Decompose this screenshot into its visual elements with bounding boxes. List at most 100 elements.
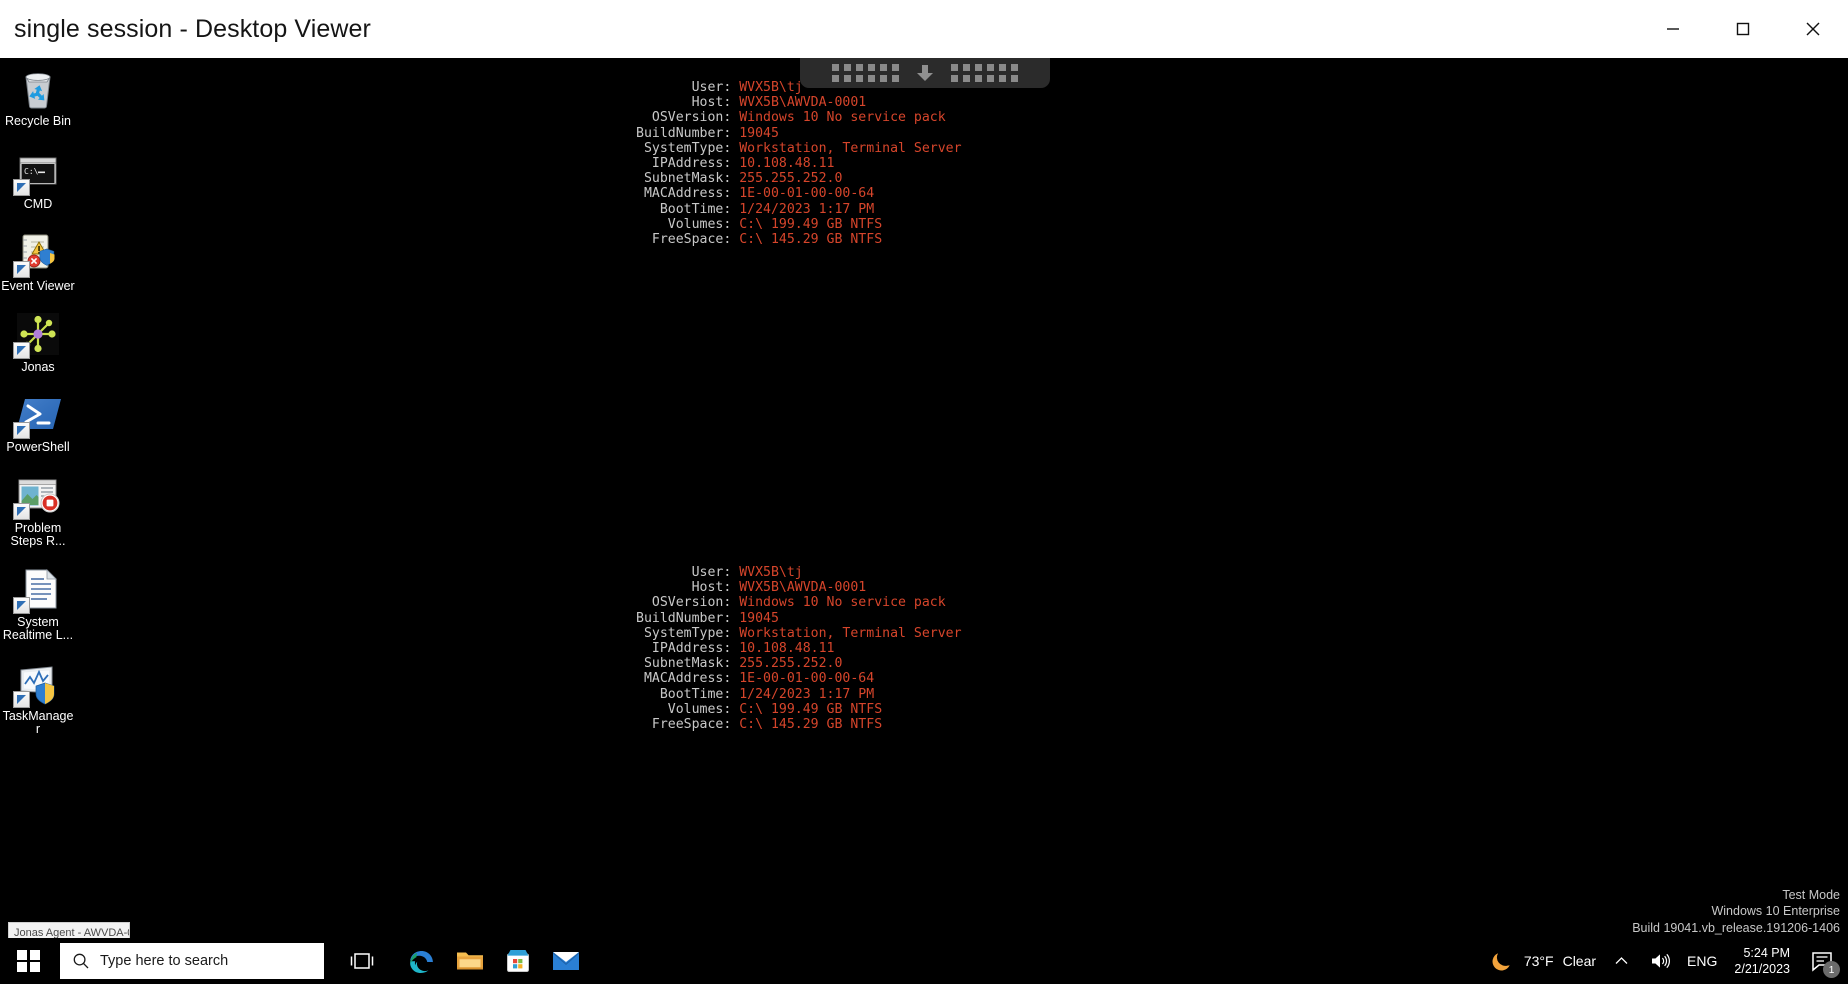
system-info-value: 1E-00-01-00-00-64 <box>739 186 875 202</box>
volume-button[interactable] <box>1640 938 1680 984</box>
title-bar[interactable]: single session - Desktop Viewer <box>0 0 1848 58</box>
file-explorer-button[interactable] <box>446 938 494 984</box>
shortcut-overlay-icon <box>13 690 30 708</box>
system-info-key: MACAddress: <box>636 186 740 202</box>
desktop-icon-label: Jonas <box>21 359 55 374</box>
desktop-icon-label: TaskManager <box>2 708 74 736</box>
language-indicator[interactable]: ENG <box>1680 938 1724 984</box>
desktop-viewer-window: single session - Desktop Viewer Recycle … <box>0 0 1848 984</box>
shortcut-overlay-icon <box>13 596 30 614</box>
system-info-row: SubnetMask: 255.255.252.0 <box>636 171 962 186</box>
tray-overflow-button[interactable] <box>1603 938 1640 984</box>
system-info-value: WVX5B\AWVDA-0001 <box>739 95 867 111</box>
shortcut-overlay-icon <box>13 341 30 359</box>
system-info-row: IPAddress: 10.108.48.11 <box>636 641 962 656</box>
system-info-key: FreeSpace: <box>636 232 740 248</box>
system-info-row: SubnetMask: 255.255.252.0 <box>636 656 962 671</box>
system-info-row: Volumes: C:\ 199.49 GB NTFS <box>636 702 962 717</box>
window-controls <box>1638 0 1848 58</box>
desktop-icon-powershell[interactable]: PowerShell <box>0 390 76 455</box>
shortcut-overlay-icon <box>13 502 30 520</box>
maximize-button[interactable] <box>1708 0 1778 58</box>
text-document-icon <box>13 565 62 614</box>
clock-time: 5:24 PM <box>1743 946 1790 960</box>
system-info-key: Volumes: <box>636 216 740 232</box>
system-info-key: SystemType: <box>636 625 740 641</box>
system-info-value: WVX5B\tj <box>739 80 803 95</box>
system-info-row: SystemType: Workstation, Terminal Server <box>636 141 962 156</box>
minimize-button[interactable] <box>1638 0 1708 58</box>
microsoft-store-button[interactable] <box>494 938 542 984</box>
start-button[interactable] <box>0 938 57 984</box>
search-icon <box>73 953 89 969</box>
system-info-value: C:\ 145.29 GB NTFS <box>739 717 883 733</box>
system-info-key: Volumes: <box>636 701 740 717</box>
moon-icon <box>1492 953 1510 971</box>
system-info-key: BuildNumber: <box>636 125 740 141</box>
desktop-icon-problem-steps-recorder[interactable]: Problem Steps R... <box>0 471 76 549</box>
system-info-key: BootTime: <box>636 686 740 702</box>
system-tray: 73°F Clear ENG 5:24 PM 2/21/2023 1 <box>1482 938 1848 984</box>
task-view-button[interactable] <box>338 938 386 984</box>
system-info-row: Host: WVX5B\AWVDA-0001 <box>636 580 962 595</box>
system-info-row: Host: WVX5B\AWVDA-0001 <box>636 95 962 110</box>
desktop-icon-taskmanager[interactable]: TaskManager <box>0 659 76 737</box>
system-info-value: C:\ 199.49 GB NTFS <box>739 701 883 717</box>
system-info-key: User: <box>636 565 740 580</box>
remote-desktop-canvas[interactable]: Recycle Bin C:\ CMD Event Viewer Jonas P… <box>0 58 1848 984</box>
clock-widget[interactable]: 5:24 PM 2/21/2023 <box>1724 938 1800 984</box>
desktop-icon-list: Recycle Bin C:\ CMD Event Viewer Jonas P… <box>0 58 76 737</box>
system-info-row: BootTime: 1/24/2023 1:17 PM <box>636 202 962 217</box>
system-info-value: 1/24/2023 1:17 PM <box>739 201 875 217</box>
desktop-icon-jonas[interactable]: Jonas <box>0 310 76 375</box>
system-info-value: Workstation, Terminal Server <box>739 625 962 641</box>
system-info-key: OSVersion: <box>636 595 740 611</box>
recycle-bin-icon <box>14 64 62 112</box>
system-info-row: OSVersion: Windows 10 No service pack <box>636 595 962 610</box>
system-info-row: OSVersion: Windows 10 No service pack <box>636 110 962 125</box>
notification-center-button[interactable]: 1 <box>1800 938 1844 984</box>
system-info-value: 255.255.252.0 <box>739 656 843 672</box>
system-info-value: 10.108.48.11 <box>739 641 835 657</box>
desktop-icon-label: Recycle Bin <box>5 114 71 128</box>
weather-condition: Clear <box>1562 953 1597 969</box>
system-info-row: BuildNumber: 19045 <box>636 611 962 626</box>
system-info-row: User: WVX5B\tj <box>636 565 962 580</box>
system-info-value: C:\ 199.49 GB NTFS <box>739 216 883 232</box>
system-info-key: BuildNumber: <box>636 610 740 626</box>
shortcut-overlay-icon <box>13 261 30 278</box>
desktop-icon-recycle-bin[interactable]: Recycle Bin <box>0 64 76 129</box>
shortcut-overlay-icon <box>13 422 30 439</box>
mail-button[interactable] <box>542 938 590 984</box>
desktop-icon-system-realtime-log[interactable]: System Realtime L... <box>0 565 76 643</box>
weather-widget[interactable]: 73°F Clear <box>1482 938 1603 984</box>
edge-button[interactable] <box>398 938 446 984</box>
system-info-key: FreeSpace: <box>636 717 740 733</box>
microsoft-edge-icon <box>410 951 433 973</box>
close-button[interactable] <box>1778 0 1848 58</box>
system-info-key: IPAddress: <box>636 156 740 172</box>
svg-text:C:\: C:\ <box>24 167 39 176</box>
system-info-row: User: WVX5B\tj <box>636 80 962 95</box>
system-info-row: FreeSpace: C:\ 145.29 GB NTFS <box>636 232 962 247</box>
file-explorer-icon <box>457 952 483 970</box>
system-info-key: BootTime: <box>636 201 740 217</box>
system-info-row: IPAddress: 10.108.48.11 <box>636 156 962 171</box>
system-info-row: SystemType: Workstation, Terminal Server <box>636 626 962 641</box>
desktop-icon-label: Problem Steps R... <box>10 520 66 548</box>
system-info-row: BootTime: 1/24/2023 1:17 PM <box>636 687 962 702</box>
microsoft-store-icon <box>507 950 529 972</box>
powershell-icon <box>13 390 62 439</box>
desktop-icon-cmd[interactable]: C:\ CMD <box>0 147 76 212</box>
search-input[interactable]: Type here to search <box>60 943 324 979</box>
desktop-icon-event-viewer[interactable]: Event Viewer <box>0 229 76 294</box>
system-info-value: 1/24/2023 1:17 PM <box>739 686 875 702</box>
task-manager-icon <box>13 659 62 708</box>
window-title: single session - Desktop Viewer <box>14 14 371 43</box>
command-prompt-icon: C:\ <box>13 147 62 196</box>
desktop-icon-label: CMD <box>23 196 53 211</box>
system-info-output-block-1: User: WVX5B\tj Host: WVX5B\AWVDA-0001 OS… <box>636 80 962 247</box>
system-info-value: Workstation, Terminal Server <box>739 140 962 156</box>
system-info-key: Host: <box>636 95 740 111</box>
desktop-icon-label: PowerShell <box>6 440 70 454</box>
